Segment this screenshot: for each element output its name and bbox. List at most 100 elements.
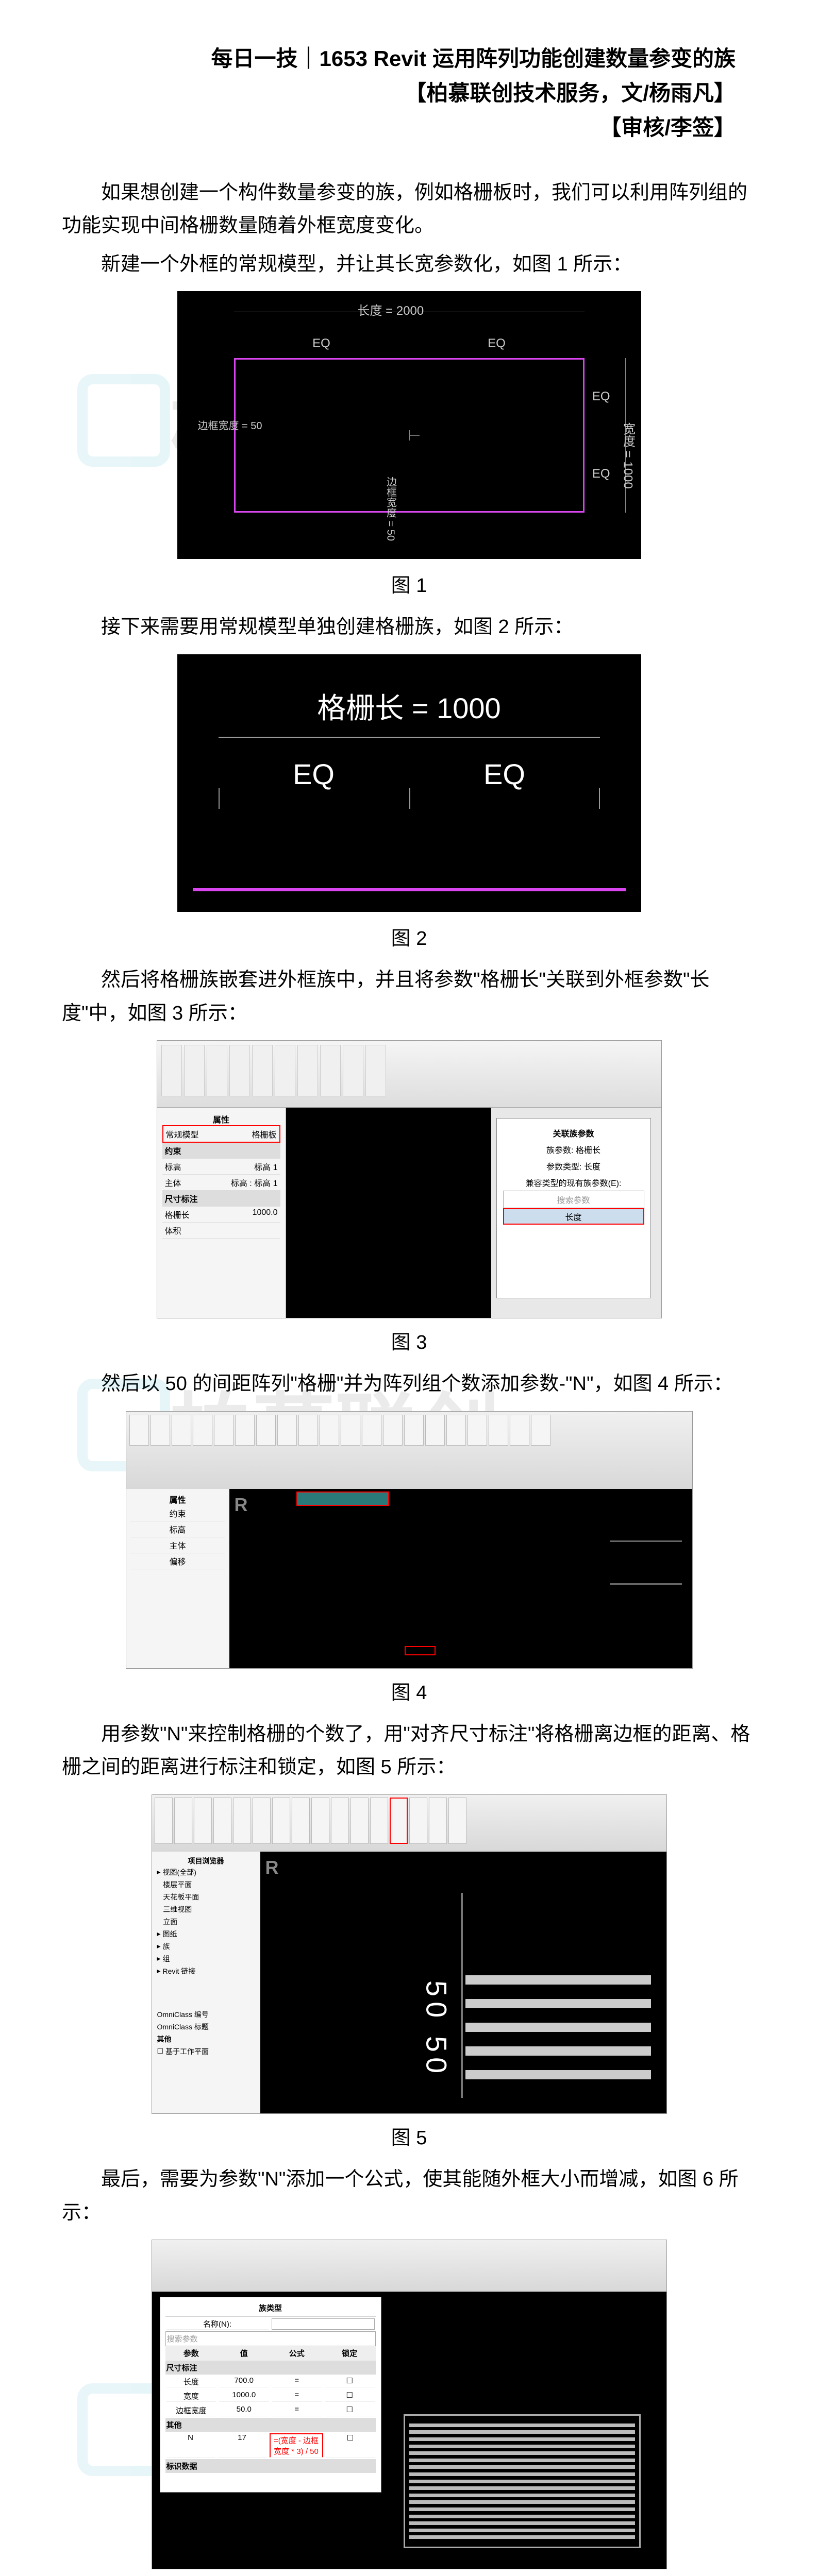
property-row[interactable]: 格栅长1000.0 [162, 1207, 280, 1223]
property-row: OmniClass 标题 [156, 2021, 256, 2033]
ribbon-button[interactable] [129, 1415, 149, 1446]
properties-panel[interactable]: 属性 约束 标高 主体 偏移 [126, 1489, 229, 1668]
type-selector[interactable]: 常规模型 格栅板 [162, 1125, 280, 1143]
ribbon-button[interactable] [252, 1045, 273, 1096]
browser-item[interactable]: ▸ 视图(全部) [156, 1866, 256, 1878]
ribbon-button[interactable] [425, 1415, 445, 1446]
ribbon-button[interactable] [404, 1415, 424, 1446]
search-input[interactable]: 搜索参数 [503, 1191, 644, 1208]
browser-item[interactable]: ▸ 族 [156, 1940, 256, 1953]
eq-label: EQ [483, 757, 525, 791]
paragraph-step2: 接下来需要用常规模型单独创建格栅族，如图 2 所示： [62, 611, 756, 644]
property-row[interactable]: 主体标高 : 标高 1 [162, 1175, 280, 1191]
array-element-highlight[interactable] [405, 1646, 436, 1655]
ribbon-button[interactable] [383, 1415, 403, 1446]
ribbon-button[interactable] [229, 1045, 250, 1096]
param-row[interactable]: 边框宽度50.0=☐ [165, 2403, 376, 2418]
ribbon-button[interactable] [446, 1415, 466, 1446]
name-field[interactable]: 名称(N): [165, 2317, 376, 2331]
ribbon-button[interactable] [510, 1415, 529, 1446]
ribbon-button[interactable] [184, 1045, 205, 1096]
figure-1: 长度 = 2000 EQ EQ 边框宽度 = 50 边框宽度 = 50 宽度 =… [62, 291, 756, 562]
ribbon-button[interactable] [233, 1798, 251, 1844]
property-row[interactable]: 主体 [130, 1537, 225, 1553]
search-input[interactable]: 搜索参数 [165, 2331, 376, 2346]
property-row[interactable]: ☐ 基于工作平面 [156, 2045, 256, 2058]
param-row[interactable]: 宽度1000.0=☐ [165, 2389, 376, 2403]
ribbon-button[interactable] [468, 1415, 487, 1446]
browser-item[interactable]: ▸ 组 [156, 1953, 256, 1965]
browser-item[interactable]: 楼层平面 [156, 1878, 256, 1891]
browser-item[interactable]: 三维视图 [156, 1903, 256, 1916]
ribbon-button[interactable] [331, 1798, 349, 1844]
article-header: 每日一技｜1653 Revit 运用阵列功能创建数量参变的族 【柏慕联创技术服务… [62, 41, 756, 145]
browser-item[interactable]: ▸ Revit 链接 [156, 1965, 256, 1977]
project-browser[interactable]: 项目浏览器 ▸ 视图(全部) 楼层平面 天花板平面 三维视图 立面 ▸ 图纸 ▸… [152, 1852, 260, 2113]
ribbon-button[interactable] [272, 1798, 290, 1844]
property-row[interactable]: 体积 [162, 1223, 280, 1239]
ribbon-button[interactable] [298, 1415, 318, 1446]
family-types-dialog[interactable]: 族类型 名称(N): 搜索参数 参数值公式锁定 尺寸标注 长度700.0=☐ 宽… [160, 2297, 381, 2493]
revit-ribbon[interactable] [152, 2240, 666, 2292]
ribbon-button[interactable] [292, 1798, 310, 1844]
figure-4-caption: 图 4 [62, 1676, 756, 1705]
ribbon-button[interactable] [235, 1415, 255, 1446]
browser-item[interactable]: 立面 [156, 1916, 256, 1928]
ribbon-button[interactable] [277, 1415, 297, 1446]
paragraph-step5: 用参数"N"来控制格栅的个数了，用"对齐尺寸标注"将格栅离边框的距离、格栅之间的… [62, 1718, 756, 1784]
ribbon-button[interactable] [256, 1415, 276, 1446]
associate-param-dialog[interactable]: 关联族参数 族参数: 格栅长 参数类型: 长度 兼容类型的现有族参数(E): 搜… [496, 1118, 651, 1298]
ribbon-button[interactable] [213, 1798, 231, 1844]
ribbon-button[interactable] [174, 1798, 192, 1844]
ribbon-button[interactable] [320, 1415, 339, 1446]
ribbon-button[interactable] [531, 1415, 550, 1446]
ribbon-button[interactable] [151, 1415, 170, 1446]
eq-label: EQ [293, 757, 335, 791]
param-row-n[interactable]: N 17 =(宽度 - 边框宽度 * 3) / 50 ☐ [165, 2432, 376, 2459]
edge-width-bottom: 边框宽度 = 50 [383, 477, 398, 541]
ribbon-button[interactable] [161, 1045, 182, 1096]
ribbon-button[interactable] [155, 1798, 173, 1844]
property-row[interactable]: 标高标高 1 [162, 1159, 280, 1175]
options-bar-highlight[interactable] [296, 1492, 389, 1506]
frame-edge [461, 1893, 463, 2098]
ribbon-button[interactable] [341, 1415, 360, 1446]
ribbon-button[interactable] [297, 1045, 318, 1096]
ribbon-button[interactable] [193, 1415, 212, 1446]
frame-edge [610, 1540, 682, 1626]
property-row[interactable]: 偏移 [130, 1553, 225, 1569]
ribbon-button[interactable] [320, 1045, 341, 1096]
aligned-dimension-button[interactable] [390, 1798, 408, 1844]
ribbon-button[interactable] [275, 1045, 295, 1096]
revit-ribbon[interactable] [152, 1795, 666, 1852]
ribbon-button[interactable] [311, 1798, 329, 1844]
browser-item[interactable]: ▸ 图纸 [156, 1928, 256, 1940]
browser-item[interactable]: 天花板平面 [156, 1891, 256, 1903]
ribbon-button[interactable] [214, 1415, 233, 1446]
eq-label: EQ [488, 336, 506, 351]
ribbon-button[interactable] [370, 1798, 388, 1844]
param-row[interactable]: 长度700.0=☐ [165, 2375, 376, 2389]
grille-bars [465, 1975, 651, 2094]
ribbon-button[interactable] [172, 1415, 191, 1446]
ribbon-button[interactable] [362, 1415, 381, 1446]
ribbon-button[interactable] [207, 1045, 227, 1096]
ribbon-button[interactable] [448, 1798, 466, 1844]
ribbon-button[interactable] [350, 1798, 369, 1844]
revit-ribbon[interactable] [157, 1041, 661, 1108]
ribbon-button[interactable] [194, 1798, 212, 1844]
ribbon-button[interactable] [429, 1798, 447, 1844]
property-row[interactable]: 约束 [130, 1505, 225, 1521]
ribbon-button[interactable] [489, 1415, 508, 1446]
revit-ribbon[interactable] [126, 1412, 692, 1489]
eq-label: EQ [312, 336, 330, 351]
property-row[interactable]: 标高 [130, 1521, 225, 1537]
figure-3-caption: 图 3 [62, 1326, 756, 1354]
ribbon-button[interactable] [253, 1798, 271, 1844]
ribbon-button[interactable] [409, 1798, 427, 1844]
ribbon-button[interactable] [343, 1045, 363, 1096]
drawing-area[interactable] [286, 1108, 491, 1318]
ribbon-button[interactable] [365, 1045, 386, 1096]
selected-param[interactable]: 长度 [503, 1208, 644, 1225]
properties-panel[interactable]: 属性 常规模型 格栅板 约束 标高标高 1 主体标高 : 标高 1 尺寸标注 格… [157, 1108, 286, 1318]
